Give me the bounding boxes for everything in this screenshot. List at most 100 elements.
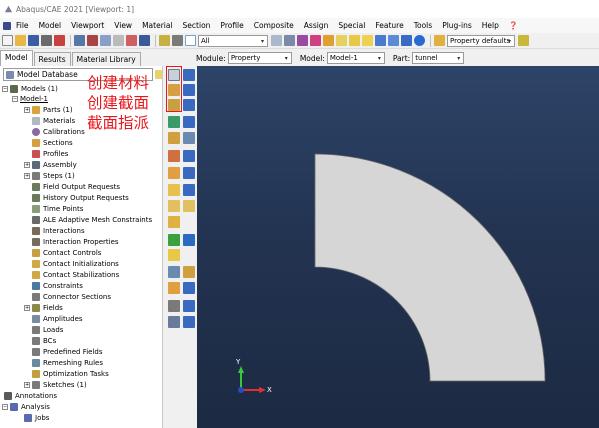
assign-rebar-icon[interactable] (168, 200, 180, 212)
tree-item-fields[interactable]: + Fields (24, 303, 63, 313)
create-datum-plane-icon[interactable] (168, 249, 180, 261)
tree-item-amplitudes[interactable]: Amplitudes (32, 314, 83, 324)
tree-item-assembly[interactable]: + Assembly (24, 160, 77, 170)
auto-fit-icon[interactable] (139, 35, 150, 46)
expand-icon[interactable]: + (24, 162, 30, 168)
collapse-icon[interactable]: − (2, 404, 8, 410)
app-menu-icon[interactable] (3, 21, 11, 30)
assign-section-icon[interactable] (168, 99, 180, 111)
box-zoom-icon[interactable] (126, 35, 137, 46)
tree-item-interactions[interactable]: Interactions (32, 226, 85, 236)
tree-item-steps[interactable]: + Steps (1) (24, 171, 75, 181)
assign-stringer-icon[interactable] (183, 200, 195, 212)
menu-profile[interactable]: Profile (220, 21, 243, 30)
assign-normal-icon[interactable] (183, 132, 195, 144)
plot-icon[interactable] (54, 35, 65, 46)
tree-item-constraints[interactable]: Constraints (32, 281, 83, 291)
create-datum-csys-icon[interactable] (168, 266, 180, 278)
tree-item-sketches[interactable]: + Sketches (1) (24, 380, 87, 390)
print-icon[interactable] (41, 35, 52, 46)
module-select[interactable]: Property ▾ (227, 52, 292, 64)
views-icon[interactable] (159, 35, 170, 46)
part-select[interactable]: tunnel ▾ (412, 52, 465, 64)
reference-csys-icon[interactable] (183, 300, 195, 312)
menu-viewport[interactable]: Viewport (71, 21, 104, 30)
new-file-icon[interactable] (2, 35, 13, 46)
tree-item-materials[interactable]: Materials (32, 116, 75, 126)
view-defaults-select[interactable]: Property defaults ▾ (447, 34, 515, 47)
defaults-icon[interactable] (434, 35, 445, 46)
info-icon[interactable] (414, 35, 425, 46)
save-icon[interactable] (28, 35, 39, 46)
tree-item-profiles[interactable]: Profiles (32, 149, 68, 159)
create-profile-icon[interactable] (168, 116, 180, 128)
create-special-icon[interactable] (168, 234, 180, 246)
context-help-icon[interactable]: ❓ (509, 21, 518, 30)
profile-manager-icon[interactable] (183, 116, 195, 128)
tree-item-interaction-properties[interactable]: Interaction Properties (32, 237, 119, 247)
tree-item-analysis[interactable]: − Analysis (2, 402, 50, 412)
tree-item-history-output-requests[interactable]: History Output Requests (32, 193, 129, 203)
skin-manager-icon[interactable] (183, 150, 195, 162)
composite-manager-icon[interactable] (183, 167, 195, 179)
tree-item-models[interactable]: − Models (1) (2, 84, 58, 94)
collapse-icon[interactable]: − (12, 96, 18, 102)
tree-item-contact-initializations[interactable]: Contact Initializations (32, 259, 119, 269)
create-datum-point-icon[interactable] (168, 216, 180, 228)
query-icon[interactable] (375, 35, 386, 46)
menu-feature[interactable]: Feature (375, 21, 403, 30)
create-orientation-icon[interactable] (168, 184, 180, 196)
create-material-icon[interactable] (168, 69, 180, 81)
menu-material[interactable]: Material (142, 21, 172, 30)
pan-icon[interactable] (74, 35, 85, 46)
tree-item-annotations[interactable]: Annotations (4, 391, 57, 401)
tree-item-predefined-fields[interactable]: Predefined Fields (32, 347, 103, 357)
create-section-icon[interactable] (168, 84, 180, 96)
select-arrow-icon[interactable] (185, 35, 196, 46)
color-picker-icon[interactable] (518, 35, 529, 46)
create-datum-axis-icon[interactable] (183, 234, 195, 246)
expand-icon[interactable]: + (24, 382, 30, 388)
tree-item-optimization-tasks[interactable]: Optimization Tasks (32, 369, 109, 379)
tunnel-part[interactable] (314, 153, 546, 382)
filter-icon[interactable] (271, 35, 282, 46)
shaded-icon[interactable] (310, 35, 321, 46)
collapse-icon[interactable]: − (2, 86, 8, 92)
orientation-manager-icon[interactable] (183, 184, 195, 196)
tree-item-calibrations[interactable]: Calibrations (32, 127, 85, 137)
menu-view[interactable]: View (114, 21, 132, 30)
view-cube-icon[interactable] (349, 35, 360, 46)
expand-icon[interactable]: + (24, 173, 30, 179)
magnify-icon[interactable] (100, 35, 111, 46)
color-code-icon[interactable] (323, 35, 334, 46)
tree-item-sections[interactable]: Sections (32, 138, 73, 148)
menu-assign[interactable]: Assign (304, 21, 329, 30)
material-manager-icon[interactable] (183, 69, 195, 81)
tree-item-remeshing-rules[interactable]: Remeshing Rules (32, 358, 103, 368)
menu-file[interactable]: File (16, 21, 29, 30)
partition-icon[interactable] (168, 300, 180, 312)
translucency-icon[interactable] (362, 35, 373, 46)
menu-tools[interactable]: Tools (414, 21, 432, 30)
zoom-icon[interactable] (113, 35, 124, 46)
perspective-icon[interactable] (336, 35, 347, 46)
layout-icon[interactable] (172, 35, 183, 46)
tab-results[interactable]: Results (33, 52, 71, 66)
assign-beam-orientation-icon[interactable] (168, 132, 180, 144)
tree-item-time-points[interactable]: Time Points (32, 204, 83, 214)
tree-item-parts[interactable]: + Parts (1) (24, 105, 73, 115)
viewport[interactable]: Y X (197, 66, 599, 428)
tree-item-contact-controls[interactable]: Contact Controls (32, 248, 101, 258)
wireframe-icon[interactable] (284, 35, 295, 46)
menu-model[interactable]: Model (39, 21, 62, 30)
tree-item-model-1[interactable]: − Model-1 (12, 94, 48, 104)
transform-icon[interactable] (183, 316, 195, 328)
tree-item-connector-sections[interactable]: Connector Sections (32, 292, 111, 302)
tab-material-library[interactable]: Material Library (71, 52, 141, 66)
render-style-select[interactable]: All ▾ (198, 34, 268, 47)
tree-item-contact-stabilizations[interactable]: Contact Stabilizations (32, 270, 119, 280)
create-composite-layup-icon[interactable] (168, 167, 180, 179)
replace-icon[interactable] (388, 35, 399, 46)
menu-composite[interactable]: Composite (254, 21, 294, 30)
tree-item-loads[interactable]: Loads (32, 325, 63, 335)
